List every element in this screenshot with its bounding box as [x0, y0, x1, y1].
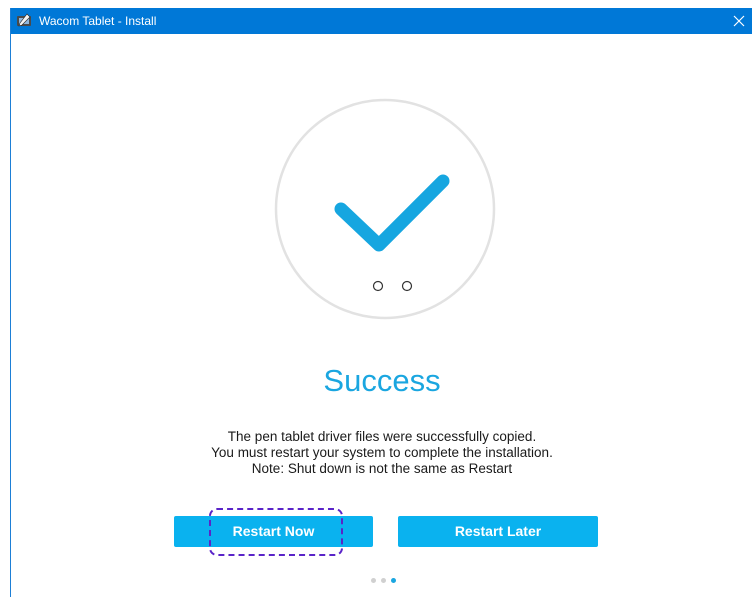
- window-title: Wacom Tablet - Install: [39, 14, 157, 28]
- checkmark-icon: [334, 174, 450, 252]
- close-button[interactable]: [727, 8, 752, 34]
- page-dot-2[interactable]: [381, 578, 386, 583]
- message-line-3: Note: Shut down is not the same as Resta…: [251, 461, 513, 476]
- restart-now-button[interactable]: Restart Now: [174, 516, 373, 547]
- restart-later-button[interactable]: Restart Later: [398, 516, 598, 547]
- circle-outline: [274, 98, 496, 320]
- page-dot-1[interactable]: [371, 578, 376, 583]
- status-message: The pen tablet driver files were success…: [11, 429, 752, 477]
- page-dot-3-active[interactable]: [391, 578, 396, 583]
- installer-window: Wacom Tablet - Install Success The pen t…: [10, 8, 752, 597]
- success-illustration: [274, 98, 496, 320]
- title-bar: Wacom Tablet - Install: [11, 8, 752, 34]
- message-line-1: The pen tablet driver files were success…: [227, 429, 537, 444]
- indicator-dot-1: [372, 280, 384, 292]
- wacom-tablet-icon: [16, 13, 32, 29]
- indicator-dot-2: [401, 280, 413, 292]
- close-icon: [733, 15, 745, 27]
- page-title: Success: [323, 363, 441, 398]
- message-line-2: You must restart your system to complete…: [211, 445, 553, 460]
